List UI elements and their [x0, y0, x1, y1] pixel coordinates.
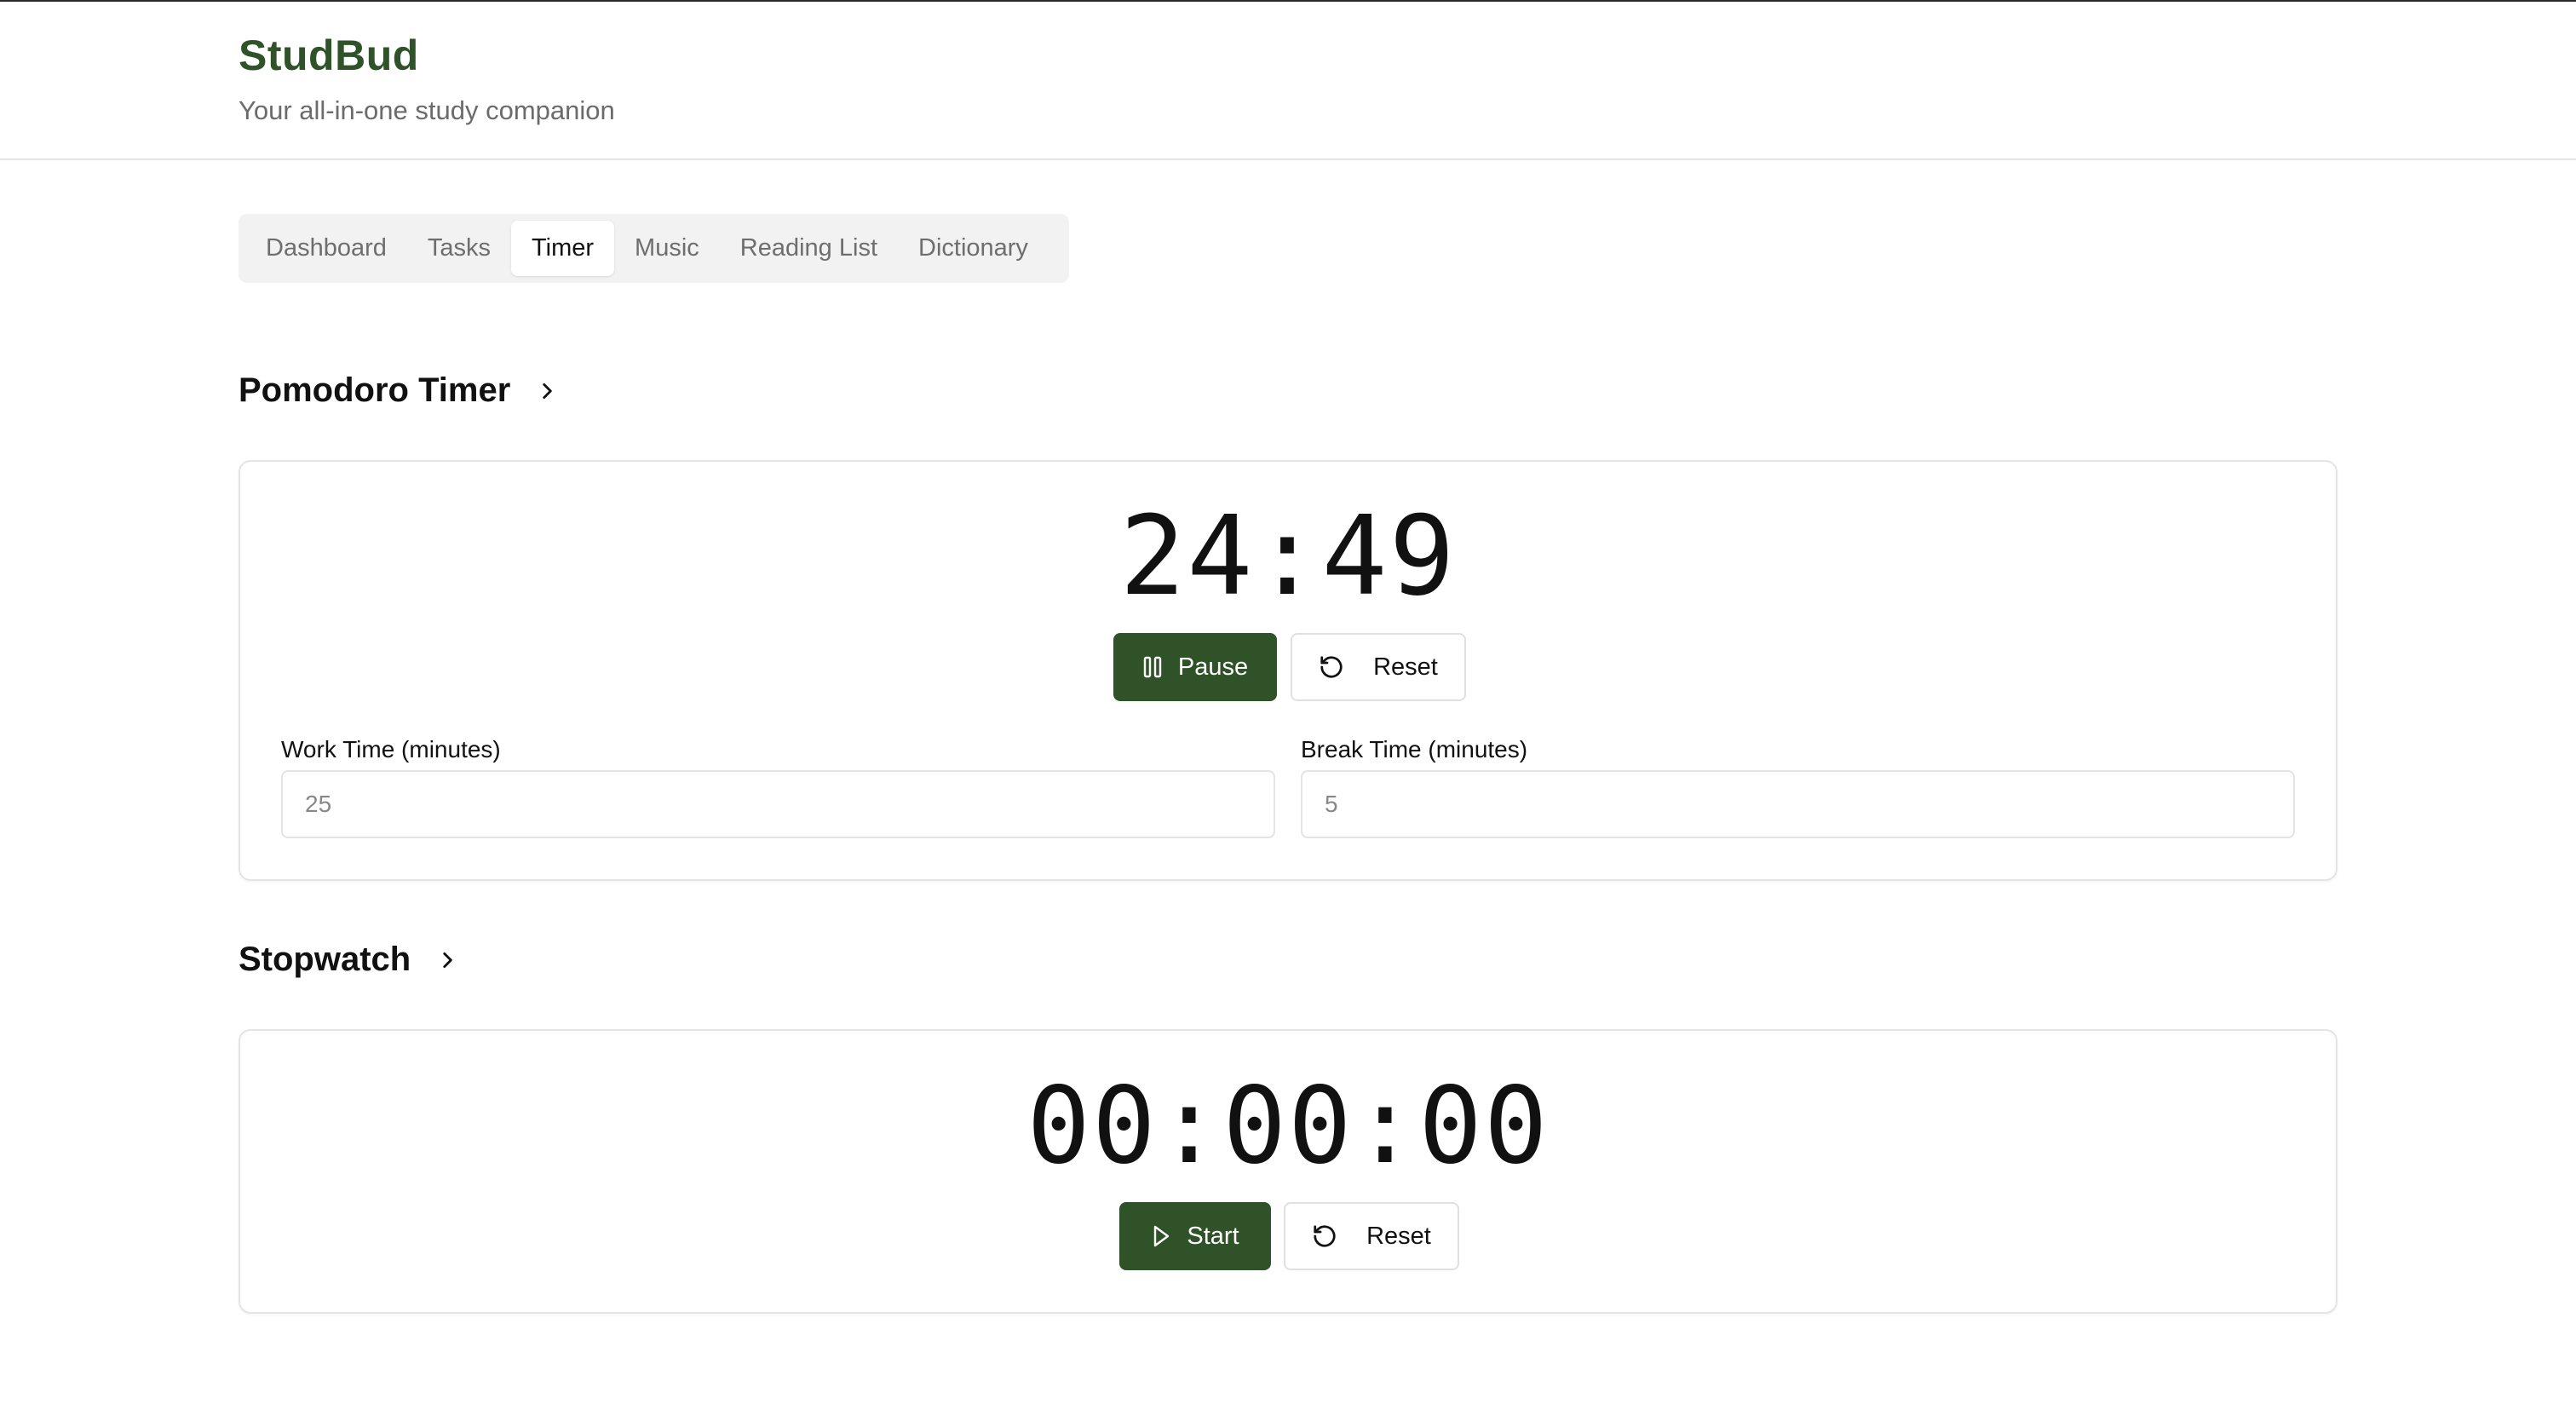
pomodoro-title: Pomodoro Timer: [239, 371, 511, 409]
work-time-label: Work Time (minutes): [281, 736, 501, 762]
tab-timer[interactable]: Timer: [511, 221, 615, 276]
work-time-input[interactable]: [281, 770, 1275, 838]
pomodoro-reset-button[interactable]: Reset: [1291, 633, 1466, 701]
pause-label: Pause: [1177, 653, 1249, 681]
app-tagline: Your all-in-one study companion: [239, 95, 615, 125]
pomodoro-reset-label: Reset: [1373, 653, 1438, 681]
pause-icon: [1143, 656, 1162, 678]
pause-button[interactable]: Pause: [1113, 633, 1277, 701]
tab-dashboard[interactable]: Dashboard: [245, 221, 407, 276]
pomodoro-card: 24:49 Pause Reset Work Time (minutes) Br…: [239, 460, 2337, 881]
tab-music[interactable]: Music: [614, 221, 720, 276]
pomodoro-display: 24:49: [1119, 493, 1457, 620]
stopwatch-reset-label: Reset: [1366, 1222, 1431, 1250]
pomodoro-section-header[interactable]: Pomodoro Timer: [239, 371, 558, 410]
break-time-label: Break Time (minutes): [1301, 736, 1528, 762]
break-time-input[interactable]: [1301, 770, 2295, 838]
stopwatch-reset-button[interactable]: Reset: [1284, 1202, 1459, 1270]
stopwatch-display: 00:00:00: [1026, 1065, 1550, 1188]
tab-reading-list[interactable]: Reading List: [720, 221, 898, 276]
tab-dictionary[interactable]: Dictionary: [898, 221, 1049, 276]
play-icon: [1154, 1225, 1170, 1247]
stopwatch-title: Stopwatch: [239, 941, 411, 978]
app-header: StudBud Your all-in-one study companion: [0, 2, 2576, 160]
rotate-ccw-icon: [1320, 656, 1343, 678]
rotate-ccw-icon: [1314, 1225, 1336, 1247]
stopwatch-card: 00:00:00 Start Reset: [239, 1029, 2337, 1314]
app-title: StudBud: [239, 32, 419, 79]
start-button[interactable]: Start: [1119, 1202, 1271, 1270]
chevron-right-icon[interactable]: [536, 380, 558, 402]
tab-tasks[interactable]: Tasks: [407, 221, 511, 276]
start-label: Start: [1187, 1222, 1239, 1250]
tab-bar: Dashboard Tasks Timer Music Reading List…: [239, 214, 1069, 283]
stopwatch-section-header[interactable]: Stopwatch: [239, 941, 458, 979]
chevron-right-icon[interactable]: [436, 949, 458, 971]
